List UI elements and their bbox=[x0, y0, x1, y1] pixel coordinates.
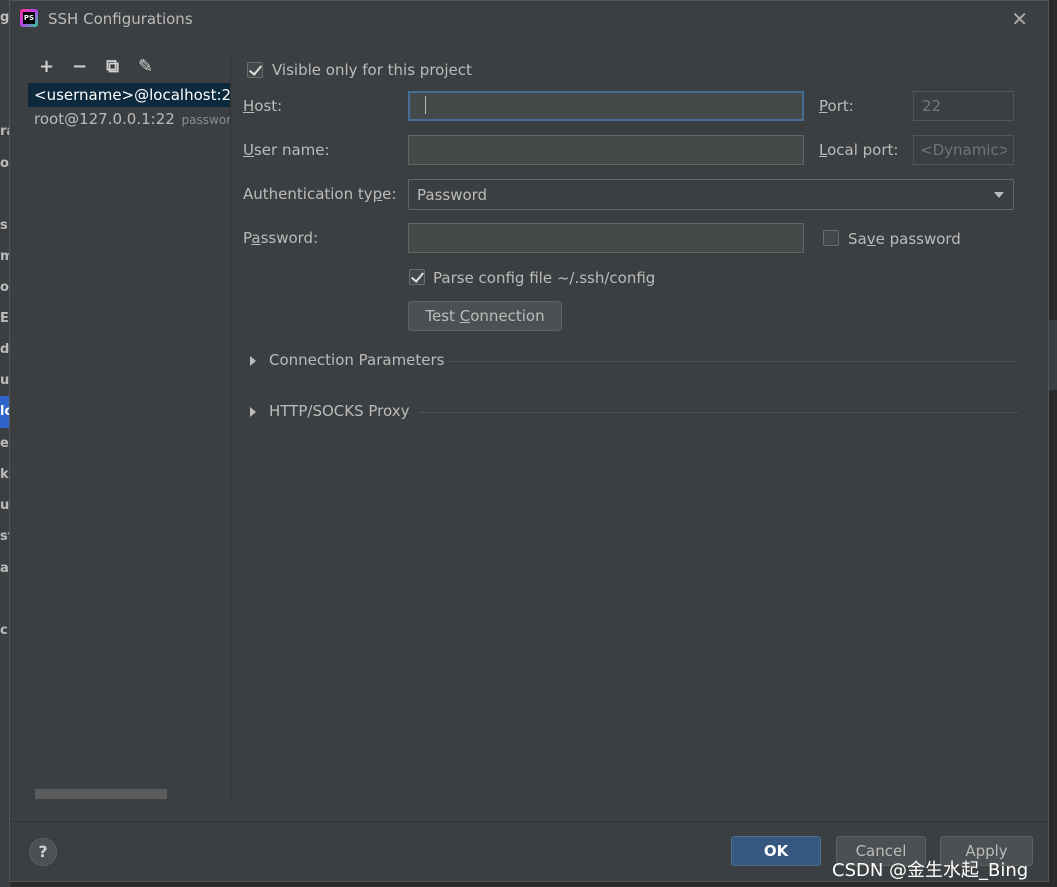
text-cursor bbox=[425, 96, 426, 114]
parse-config-checkbox[interactable] bbox=[409, 269, 425, 285]
parse-config-label: Parse config file ~/.ssh/config bbox=[433, 269, 656, 287]
save-password-checkbox[interactable] bbox=[823, 230, 839, 246]
port-label: Port: bbox=[819, 97, 854, 115]
horizontal-scrollbar[interactable] bbox=[35, 789, 167, 799]
copy-icon[interactable]: ⧉ bbox=[102, 54, 123, 78]
auth-type-select[interactable]: Password bbox=[408, 179, 1014, 210]
http-socks-proxy-section[interactable]: HTTP/SOCKS Proxy bbox=[250, 402, 1018, 424]
ssh-configurations-dialog: SSH Configurations ✕ + − ⧉ ✎ <username>@… bbox=[9, 0, 1049, 882]
section-label: Connection Parameters bbox=[269, 351, 445, 369]
remove-icon[interactable]: − bbox=[69, 54, 90, 78]
config-item-auth: password bbox=[181, 113, 231, 127]
csdn-watermark: CSDN @金生水起_Bing bbox=[832, 860, 1029, 881]
chevron-down-icon bbox=[994, 192, 1004, 198]
section-divider bbox=[449, 361, 1018, 362]
title-bar: SSH Configurations ✕ bbox=[10, 1, 1048, 37]
local-port-label: Local port: bbox=[819, 141, 899, 159]
list-toolbar: + − ⧉ ✎ bbox=[36, 53, 156, 79]
auth-type-label: Authentication type: bbox=[243, 185, 397, 203]
save-password-label: Save password bbox=[848, 230, 961, 248]
config-item-label: <username>@localhost:22 bbox=[34, 86, 231, 104]
visible-only-label: Visible only for this project bbox=[272, 61, 472, 79]
config-item-label: root@127.0.0.1:22 bbox=[34, 110, 175, 128]
dialog-title: SSH Configurations bbox=[48, 10, 193, 28]
section-divider bbox=[419, 412, 1018, 413]
section-label: HTTP/SOCKS Proxy bbox=[269, 402, 410, 420]
visible-only-checkbox[interactable] bbox=[247, 62, 263, 78]
auth-type-value: Password bbox=[417, 186, 488, 204]
footer-divider bbox=[10, 821, 1048, 822]
username-input[interactable] bbox=[408, 135, 804, 165]
connection-parameters-section[interactable]: Connection Parameters bbox=[250, 351, 1018, 373]
expand-triangle-icon bbox=[250, 407, 256, 417]
password-label: Password: bbox=[243, 229, 319, 247]
close-icon[interactable]: ✕ bbox=[1011, 9, 1028, 29]
host-input[interactable] bbox=[408, 91, 804, 121]
host-label: Host: bbox=[243, 97, 283, 115]
password-input[interactable] bbox=[408, 223, 804, 253]
help-icon[interactable]: ? bbox=[29, 838, 57, 866]
config-list: <username>@localhost:22 root@127.0.0.1:2… bbox=[28, 83, 231, 131]
ok-button[interactable]: OK bbox=[731, 836, 821, 866]
add-icon[interactable]: + bbox=[36, 54, 57, 78]
config-item-root[interactable]: root@127.0.0.1:22 password bbox=[28, 107, 231, 131]
username-label: User name: bbox=[243, 141, 330, 159]
background-ide-right bbox=[1049, 320, 1057, 390]
test-connection-button[interactable]: Test Connection bbox=[408, 301, 562, 331]
phpstorm-icon bbox=[20, 9, 38, 27]
port-input[interactable] bbox=[913, 91, 1014, 121]
config-item-localhost[interactable]: <username>@localhost:22 bbox=[28, 83, 231, 107]
local-port-input[interactable] bbox=[913, 135, 1014, 165]
edit-icon[interactable]: ✎ bbox=[135, 54, 156, 78]
config-list-pane: + − ⧉ ✎ <username>@localhost:22 root@127… bbox=[28, 53, 231, 801]
expand-triangle-icon bbox=[250, 356, 256, 366]
